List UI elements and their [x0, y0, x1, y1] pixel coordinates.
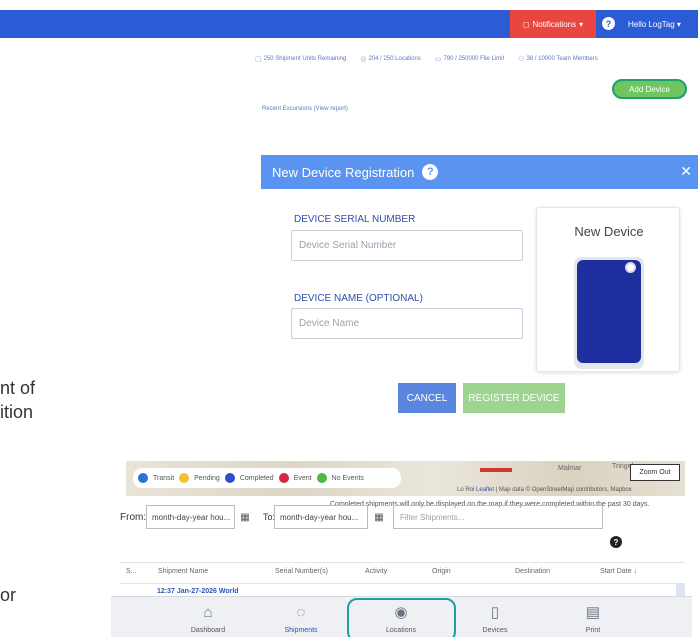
column-header[interactable]: S... [126, 568, 137, 575]
help-icon[interactable]: ? [422, 164, 439, 180]
background-text: or [0, 585, 17, 605]
locations-highlight [347, 598, 456, 637]
modal-title: New Device Registration [272, 164, 415, 180]
map-legend: Transit Pending Completed Event No Event… [133, 468, 401, 488]
bell-icon: ◻ [522, 19, 530, 29]
legend-label: Pending [194, 474, 220, 482]
stat-file-limit: ▭ 790 / 250000 File Limit [435, 53, 504, 65]
stat-text: 38 / 10000 Team Members [526, 56, 598, 62]
device-icon: ▯ [490, 604, 500, 621]
background-text: ition [0, 402, 34, 422]
add-device-button[interactable]: Add Device [612, 79, 687, 99]
from-date-input[interactable]: month-day-year hou... [146, 505, 235, 529]
filter-shipments-input[interactable]: Filter Shipments... [393, 505, 603, 529]
serial-number-label: DEVICE SERIAL NUMBER [294, 214, 416, 225]
column-header[interactable]: Activity [365, 568, 387, 575]
device-preview-card: New Device [536, 207, 680, 372]
legend-label: Completed [239, 474, 274, 482]
device-name-input[interactable]: Device Name [291, 308, 523, 339]
nav-print[interactable]: ▤ Print [553, 597, 633, 637]
background-text: nt of [0, 378, 36, 398]
modal-header: New Device Registration ? ✕ [261, 155, 698, 189]
stat-locations: ◎ 204 / 250 Locations [360, 53, 420, 65]
recent-excursions-link[interactable]: Recent Excursions (View report) [262, 106, 348, 112]
device-name-label: DEVICE NAME (OPTIONAL) [294, 293, 423, 304]
nav-devices[interactable]: ▯ Devices [455, 597, 535, 637]
notifications-button[interactable]: ◻ Notifications ▾ [510, 10, 596, 38]
to-date-input[interactable]: month-day-year hou... [274, 505, 368, 529]
stat-text: 204 / 250 Locations [368, 56, 421, 62]
nav-dashboard[interactable]: ⌂ Dashboard [168, 597, 248, 637]
legend-label: No Events [331, 474, 364, 482]
legend-label: Transit [153, 474, 175, 482]
close-icon[interactable]: ✕ [680, 163, 692, 180]
nav-shipments[interactable]: ◌ Shipments [261, 597, 341, 637]
stat-team-members: ⚇ 38 / 10000 Team Members [518, 53, 598, 65]
legend-label: Event [293, 474, 312, 482]
device-tag-image [574, 257, 644, 369]
stat-shipment-units: ▢ 250 Shipment Units Remaining [255, 53, 346, 65]
cancel-button[interactable]: CANCEL [398, 383, 456, 413]
column-header-start-date[interactable]: Start Date ↓ [600, 568, 637, 575]
legend-dot-completed [224, 473, 235, 483]
register-device-button[interactable]: REGISTER DEVICE [463, 383, 565, 413]
map-road [480, 468, 512, 472]
column-header[interactable]: Shipment Name [158, 568, 208, 575]
top-navbar: ◻ Notifications ▾ ? Hello LogTag ▾ [0, 10, 698, 38]
sort-arrow-icon: ↓ [633, 568, 637, 575]
calendar-icon[interactable]: ▦ [370, 507, 388, 527]
print-icon: ▤ [585, 604, 601, 621]
help-icon[interactable]: ? [602, 17, 615, 30]
location-pin-icon: ◎ [360, 56, 367, 63]
calendar-icon[interactable]: ▦ [236, 507, 254, 527]
legend-dot-no-events [316, 473, 327, 483]
app-root: ◻ Notifications ▾ ? Hello LogTag ▾ ▢ 250… [0, 0, 698, 637]
home-icon: ⌂ [203, 604, 213, 621]
notifications-label: Notifications [532, 19, 577, 29]
chevron-down-icon: ▾ [579, 19, 584, 29]
from-label: From: [120, 512, 147, 523]
user-menu[interactable]: Hello LogTag ▾ [628, 10, 681, 38]
help-icon[interactable]: ? [610, 536, 622, 548]
stat-text: 790 / 250000 File Limit [443, 56, 505, 62]
legend-dot-pending [179, 473, 190, 483]
column-header[interactable]: Serial Number(s) [275, 568, 328, 575]
user-greeting: Hello LogTag [628, 19, 675, 29]
serial-number-input[interactable]: Device Serial Number [291, 230, 523, 261]
usage-stats: ▢ 250 Shipment Units Remaining ◎ 204 / 2… [255, 53, 695, 65]
legend-dot-event [278, 473, 289, 483]
legend-dot-transit [138, 473, 148, 483]
leaflet-link[interactable]: Leaflet [476, 487, 494, 493]
map-attribution: Lo Roi Leaflet | Map data © OpenStreetMa… [457, 487, 632, 493]
shipments-icon: ◌ [296, 604, 306, 621]
users-icon: ⚇ [518, 56, 525, 63]
shipments-table-header: S... Shipment Name Serial Number(s) Acti… [120, 562, 685, 584]
file-icon: ▭ [434, 56, 442, 63]
column-header[interactable]: Destination [515, 568, 550, 575]
column-header[interactable]: Origin [432, 568, 451, 575]
device-preview-title: New Device [574, 224, 644, 239]
clipboard-icon: ▢ [255, 56, 262, 63]
stat-text: 250 Shipment Units Remaining [263, 56, 347, 62]
chevron-down-icon: ▾ [674, 19, 681, 29]
map-label: Malmar [558, 465, 582, 472]
shipment-name-cell[interactable]: 12:37 Jan-27-2026 World [157, 588, 239, 595]
zoom-out-button[interactable]: Zoom Out [630, 464, 680, 481]
